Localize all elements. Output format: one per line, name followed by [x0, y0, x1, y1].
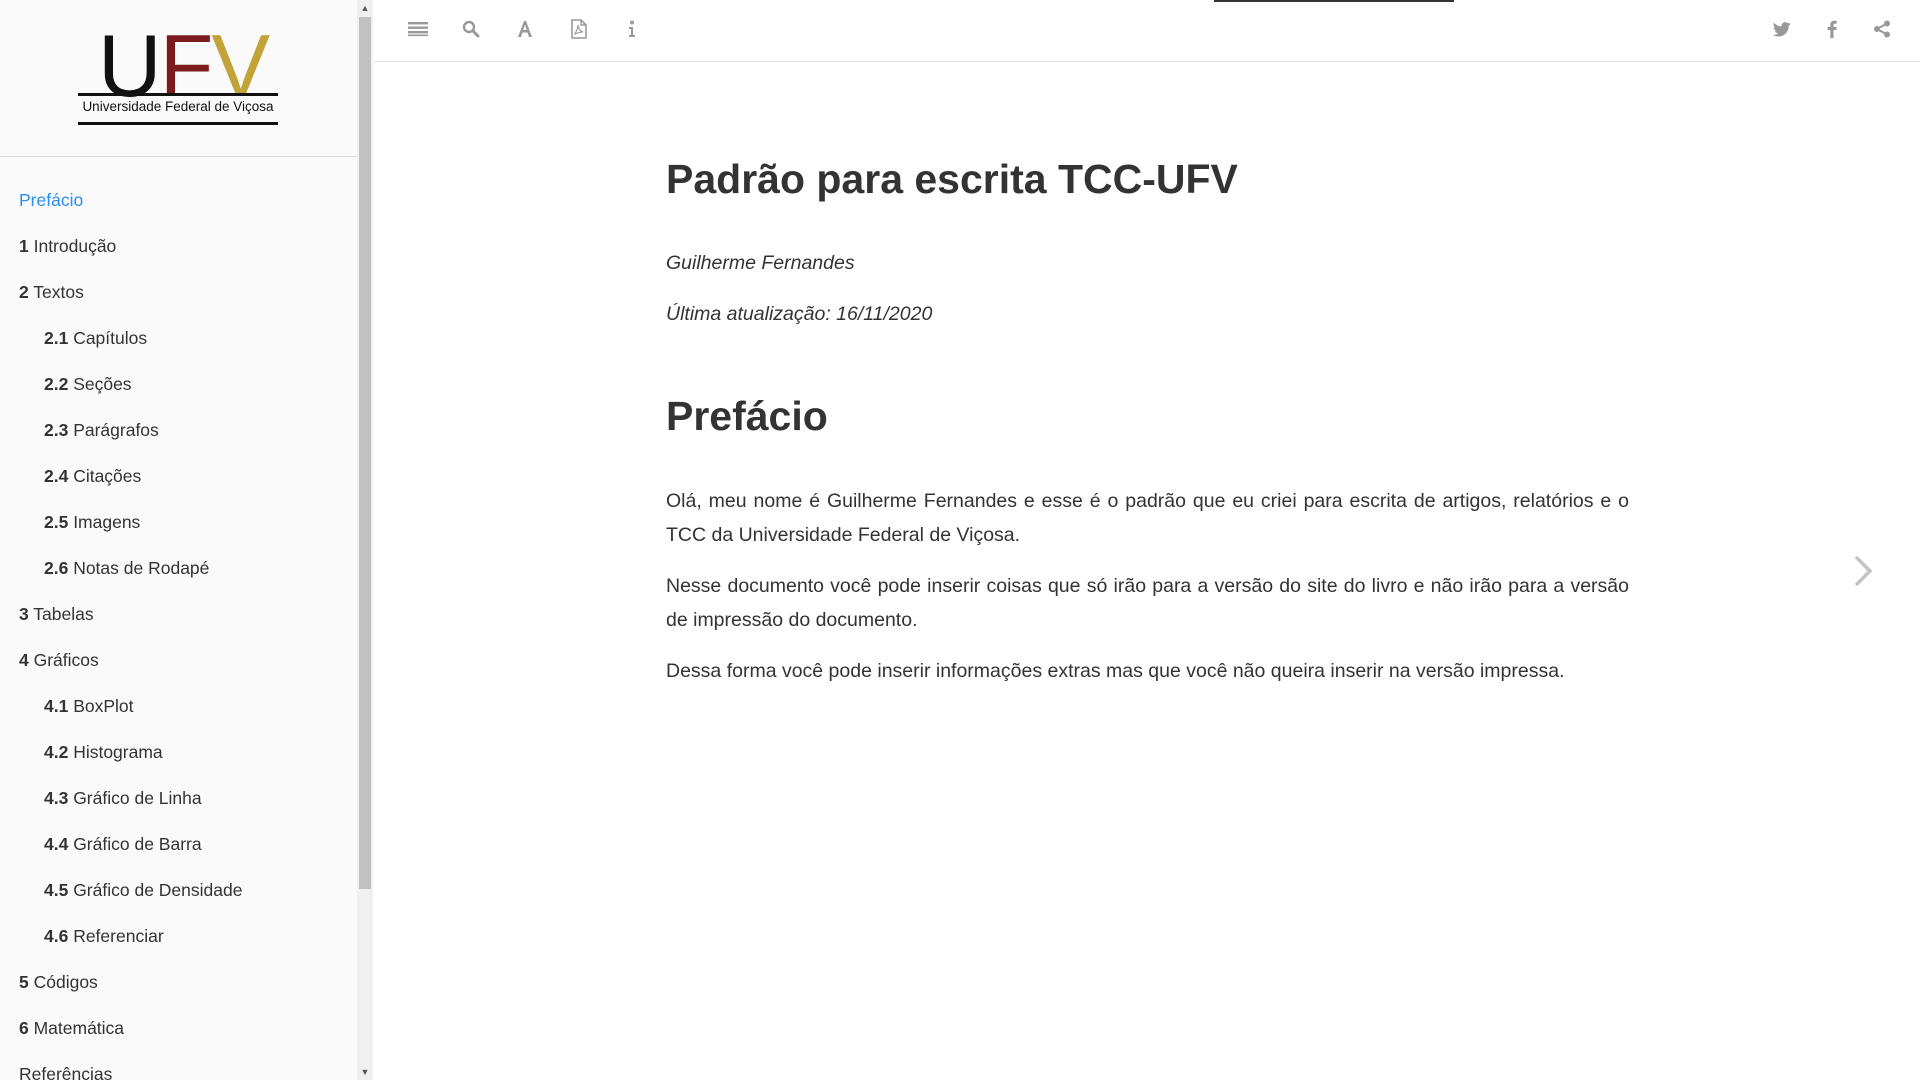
toc-item[interactable]: 5 Códigos — [0, 959, 357, 1005]
toc-item[interactable]: 2.1 Capítulos — [0, 315, 357, 361]
toc-item-label: Prefácio — [19, 190, 84, 210]
toc-item[interactable]: 4.2 Histograma — [0, 729, 357, 775]
search-icon[interactable] — [456, 14, 486, 44]
sidebar-content: UFV Universidade Federal de Viçosa Prefá… — [0, 0, 357, 1080]
toc-item[interactable]: 4.5 Gráfico de Densidade — [0, 867, 357, 913]
toc-item-label: Notas de Rodapé — [68, 558, 210, 578]
toc-item-label: Imagens — [68, 512, 141, 532]
twitter-icon[interactable] — [1767, 14, 1797, 44]
toc-item-number: 4.3 — [44, 788, 69, 808]
facebook-icon[interactable] — [1817, 14, 1847, 44]
toc-item-label: Capítulos — [68, 328, 148, 348]
toc-item-label: Gráfico de Barra — [68, 834, 202, 854]
toc-item[interactable]: 2.3 Parágrafos — [0, 407, 357, 453]
toc-item-label: Histograma — [68, 742, 163, 762]
last-updated: Última atualização: 16/11/2020 — [666, 303, 933, 325]
toc-item-label: Parágrafos — [68, 420, 159, 440]
logo-rule-bottom — [78, 122, 278, 125]
toc-item-number: 2.1 — [44, 328, 69, 348]
scroll-up-arrow-icon[interactable]: ▲ — [357, 0, 373, 16]
font-settings-icon[interactable] — [510, 14, 540, 44]
toc-item-number: 4.6 — [44, 926, 69, 946]
toc-item-number: 2.4 — [44, 466, 69, 486]
toc-item-label: Citações — [68, 466, 142, 486]
toc-item[interactable]: 1 Introdução — [0, 223, 357, 269]
sidebar-scrollbar[interactable]: ▲ ▼ — [357, 0, 373, 1080]
toc-item-label: Referências — [19, 1064, 113, 1080]
reading-progress-bar — [1214, 0, 1454, 2]
menu-icon[interactable] — [403, 14, 433, 44]
toc-item-label: Matemática — [28, 1018, 125, 1038]
toc-item[interactable]: 6 Matemática — [0, 1005, 357, 1051]
paragraph: Nesse documento você pode inserir coisas… — [666, 575, 1629, 631]
toc-item-number: 4.2 — [44, 742, 69, 762]
toc-item[interactable]: 2 Textos — [0, 269, 357, 315]
toc-item-number: 5 — [19, 972, 29, 992]
scroll-down-arrow-icon[interactable]: ▼ — [357, 1064, 373, 1080]
logo-letters: UFV — [98, 22, 270, 110]
toc-item-number: 4 — [19, 650, 29, 670]
paragraph: Olá, meu nome é Guilherme Fernandes e es… — [666, 490, 1629, 546]
toc-item[interactable]: 4 Gráficos — [0, 637, 357, 683]
toc-item-number: 2.5 — [44, 512, 69, 532]
toc-item-label: Textos — [28, 282, 84, 302]
logo-rule-top — [78, 93, 278, 96]
chevron-right-icon[interactable] — [1850, 553, 1876, 589]
toc-item[interactable]: 4.1 BoxPlot — [0, 683, 357, 729]
scrollbar-thumb[interactable] — [359, 17, 371, 889]
toc-item-number: 4.5 — [44, 880, 69, 900]
toc-item[interactable]: 2.6 Notas de Rodapé — [0, 545, 357, 591]
paragraph: Dessa forma você pode inserir informaçõe… — [666, 660, 1565, 682]
toc-item-number: 2.3 — [44, 420, 69, 440]
toc-item[interactable]: 4.3 Gráfico de Linha — [0, 775, 357, 821]
toc-item[interactable]: 4.4 Gráfico de Barra — [0, 821, 357, 867]
toc-item[interactable]: 2.4 Citações — [0, 453, 357, 499]
toc-item-number: 2.6 — [44, 558, 69, 578]
toc-item-label: Gráfico de Densidade — [68, 880, 243, 900]
toc-item-number: 4.1 — [44, 696, 69, 716]
toc-item[interactable]: 2.2 Seções — [0, 361, 357, 407]
toc-item-number: 2.2 — [44, 374, 69, 394]
toc-item-number: 2 — [19, 282, 29, 302]
page-title: Padrão para escrita TCC-UFV — [666, 156, 1238, 202]
toc-item-label: Gráfico de Linha — [68, 788, 202, 808]
ufv-logo[interactable]: UFV Universidade Federal de Viçosa — [78, 22, 278, 127]
toc-item[interactable]: 4.6 Referenciar — [0, 913, 357, 959]
pdf-icon[interactable] — [564, 14, 594, 44]
toc-item-label: BoxPlot — [68, 696, 134, 716]
toc-item-label: Tabelas — [28, 604, 94, 624]
toc-item[interactable]: 2.5 Imagens — [0, 499, 357, 545]
toc-item[interactable]: Prefácio — [0, 177, 357, 223]
book-header — [374, 0, 1920, 62]
info-icon[interactable] — [617, 14, 647, 44]
toc-item-label: Gráficos — [28, 650, 99, 670]
sidebar: UFV Universidade Federal de Viçosa Prefá… — [0, 0, 373, 1080]
logo-caption: Universidade Federal de Viçosa — [82, 99, 274, 114]
author-name: Guilherme Fernandes — [666, 252, 855, 274]
share-icon[interactable] — [1867, 14, 1897, 44]
toc-item-number: 4.4 — [44, 834, 69, 854]
toc-item-number: 3 — [19, 604, 29, 624]
toc-item[interactable]: 3 Tabelas — [0, 591, 357, 637]
toc-item[interactable]: Referências — [0, 1051, 357, 1080]
toc-item-number: 1 — [19, 236, 29, 256]
toc-item-label: Introdução — [28, 236, 117, 256]
logo-area: UFV Universidade Federal de Viçosa — [0, 0, 357, 157]
table-of-contents: Prefácio 1 Introdução 2 Textos 2.1 Capítulo… — [0, 157, 357, 1080]
toc-item-label: Códigos — [28, 972, 98, 992]
section-title: Prefácio — [666, 393, 828, 439]
toc-item-number: 6 — [19, 1018, 29, 1038]
toc-item-label: Referenciar — [68, 926, 164, 946]
toc-item-label: Seções — [68, 374, 132, 394]
